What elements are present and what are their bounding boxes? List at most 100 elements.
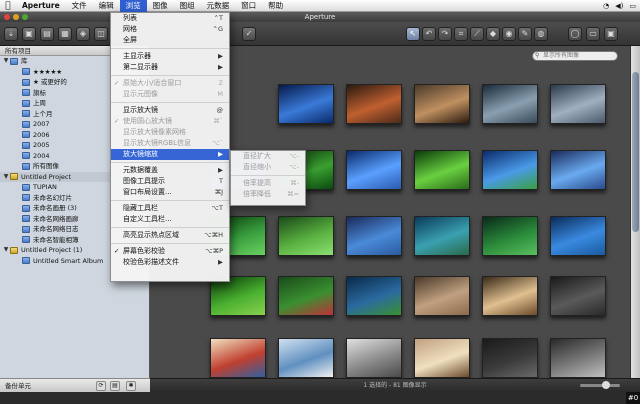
- menu-stack[interactable]: 图组: [174, 0, 201, 12]
- menu-item[interactable]: 自定义工具栏...: [111, 214, 229, 225]
- thumbnail[interactable]: [550, 84, 606, 124]
- thumbnail[interactable]: [414, 150, 470, 190]
- retouch-icon[interactable]: ◍: [534, 27, 548, 41]
- menu-help[interactable]: 帮助: [262, 0, 289, 12]
- corner-badge: #0: [626, 392, 640, 404]
- thumbnail[interactable]: [482, 276, 538, 316]
- thumbnail[interactable]: [482, 84, 538, 124]
- crop-icon[interactable]: ⌗: [454, 27, 468, 41]
- thumbnail[interactable]: [278, 84, 334, 124]
- straighten-icon[interactable]: ⟋: [470, 27, 484, 41]
- menu-item[interactable]: 第二显示器 ▶: [111, 62, 229, 73]
- disclosure-triangle-icon[interactable]: ▼: [2, 56, 10, 67]
- thumbnail[interactable]: [550, 338, 606, 378]
- vault-label[interactable]: 备份单元: [5, 382, 31, 390]
- vertical-scrollbar[interactable]: [630, 46, 640, 378]
- disclosure-triangle-icon[interactable]: ▼: [2, 245, 10, 256]
- thumbnail[interactable]: [482, 150, 538, 190]
- rotate-right-icon[interactable]: ↷: [438, 27, 452, 41]
- menu-item[interactable]: 图像工具提示 T: [111, 176, 229, 187]
- menu-item-shortcut: ⌥⌘H: [204, 231, 223, 239]
- smart-album-icon[interactable]: ◈: [76, 27, 90, 41]
- loupe-icon[interactable]: ◯: [568, 27, 582, 41]
- thumbnail[interactable]: [346, 150, 402, 190]
- menu-app[interactable]: Aperture: [16, 0, 66, 12]
- menu-item[interactable]: 校验色彩描述文件 ▶: [111, 257, 229, 268]
- menu-item[interactable]: 显示放大镜 @: [111, 105, 229, 116]
- new-folder-icon[interactable]: ▦: [58, 27, 72, 41]
- sync-icon[interactable]: ⟳: [96, 381, 106, 391]
- thumbnail[interactable]: [278, 338, 334, 378]
- window-title: Aperture: [304, 13, 336, 21]
- sidebar-item-label: 旗标: [33, 88, 46, 97]
- menu-item[interactable]: 窗口布局设置... ⌘J: [111, 187, 229, 198]
- thumbnail[interactable]: [346, 216, 402, 256]
- menu-item[interactable]: 元数据覆盖 ▶: [111, 165, 229, 176]
- menu-item[interactable]: 网格 ⌃G: [111, 24, 229, 35]
- fullscreen-icon[interactable]: ▣: [604, 27, 618, 41]
- stack-icon[interactable]: ✓: [242, 27, 256, 41]
- volume-icon[interactable]: ◀): [615, 2, 623, 10]
- lightbox-icon[interactable]: ◫: [94, 27, 108, 41]
- thumbnail[interactable]: [482, 338, 538, 378]
- album-icon: [22, 225, 30, 233]
- thumbnail[interactable]: [210, 276, 266, 316]
- thumbnail[interactable]: [210, 338, 266, 378]
- new-project-icon[interactable]: ▣: [22, 27, 36, 41]
- wifi-icon[interactable]: ◔: [603, 2, 609, 10]
- thumbnail[interactable]: [482, 216, 538, 256]
- thumbnail[interactable]: [550, 276, 606, 316]
- thumbnail[interactable]: [550, 150, 606, 190]
- thumbnail[interactable]: [414, 216, 470, 256]
- menu-edit[interactable]: 编辑: [93, 0, 120, 12]
- menu-image[interactable]: 图像: [147, 0, 174, 12]
- zoom-icon[interactable]: [22, 14, 28, 20]
- vault-action-icon[interactable]: ✱: [126, 381, 136, 391]
- menu-separator: [111, 102, 229, 103]
- viewer-icon[interactable]: ▭: [586, 27, 600, 41]
- sidebar-item-label: 上周: [33, 99, 46, 107]
- menu-item[interactable]: 主显示器 ▶: [111, 51, 229, 62]
- menu-item[interactable]: 列表 ⌃T: [111, 13, 229, 24]
- menu-item[interactable]: 全屏: [111, 35, 229, 46]
- thumbnail[interactable]: [346, 276, 402, 316]
- menu-window[interactable]: 窗口: [235, 0, 262, 12]
- lift-stamp-icon[interactable]: ◆: [486, 27, 500, 41]
- menu-item-label: 屏幕色彩校验: [123, 247, 165, 255]
- thumbnail-size-slider[interactable]: [580, 381, 620, 389]
- disclosure-triangle-icon[interactable]: ▼: [2, 172, 10, 183]
- menu-separator: [111, 200, 229, 201]
- thumbnail[interactable]: [550, 216, 606, 256]
- battery-icon[interactable]: ▭: [629, 2, 636, 10]
- menu-separator: [111, 48, 229, 49]
- menu-item[interactable]: 放大镜缩放 ▶: [111, 149, 229, 160]
- vault-icon[interactable]: ▤: [110, 381, 120, 391]
- new-album-icon[interactable]: ▤: [40, 27, 54, 41]
- minimize-icon[interactable]: [13, 14, 19, 20]
- thumbnail[interactable]: [278, 216, 334, 256]
- menu-file[interactable]: 文件: [66, 0, 93, 12]
- menu-view[interactable]: 浏览: [119, 0, 147, 12]
- thumbnail[interactable]: [414, 276, 470, 316]
- menu-item[interactable]: 高亮显示热点区域 ⌥⌘H: [111, 230, 229, 241]
- spot-patch-icon[interactable]: ✎: [518, 27, 532, 41]
- album-icon: [22, 194, 30, 202]
- menu-metadata[interactable]: 元数据: [201, 0, 236, 12]
- menu-item[interactable]: 屏幕色彩校验 ⌥⌘P: [111, 246, 229, 257]
- close-icon[interactable]: [4, 14, 10, 20]
- thumbnail[interactable]: [278, 276, 334, 316]
- thumbnail[interactable]: [346, 84, 402, 124]
- menu-item[interactable]: 隐藏工具栏 ⌥T: [111, 203, 229, 214]
- thumbnail[interactable]: [346, 338, 402, 378]
- scrollbar-thumb[interactable]: [632, 72, 639, 232]
- album-icon: [22, 162, 30, 170]
- rotate-left-icon[interactable]: ↶: [422, 27, 436, 41]
- apple-icon[interactable]: : [0, 1, 16, 11]
- import-icon[interactable]: ⇣: [4, 27, 18, 41]
- thumbnail[interactable]: [414, 338, 470, 378]
- thumbnail[interactable]: [414, 84, 470, 124]
- window-controls: [4, 14, 28, 20]
- sidebar-item-label: 库: [21, 57, 28, 65]
- red-eye-icon[interactable]: ◉: [502, 27, 516, 41]
- select-tool-icon[interactable]: ↖: [406, 27, 420, 41]
